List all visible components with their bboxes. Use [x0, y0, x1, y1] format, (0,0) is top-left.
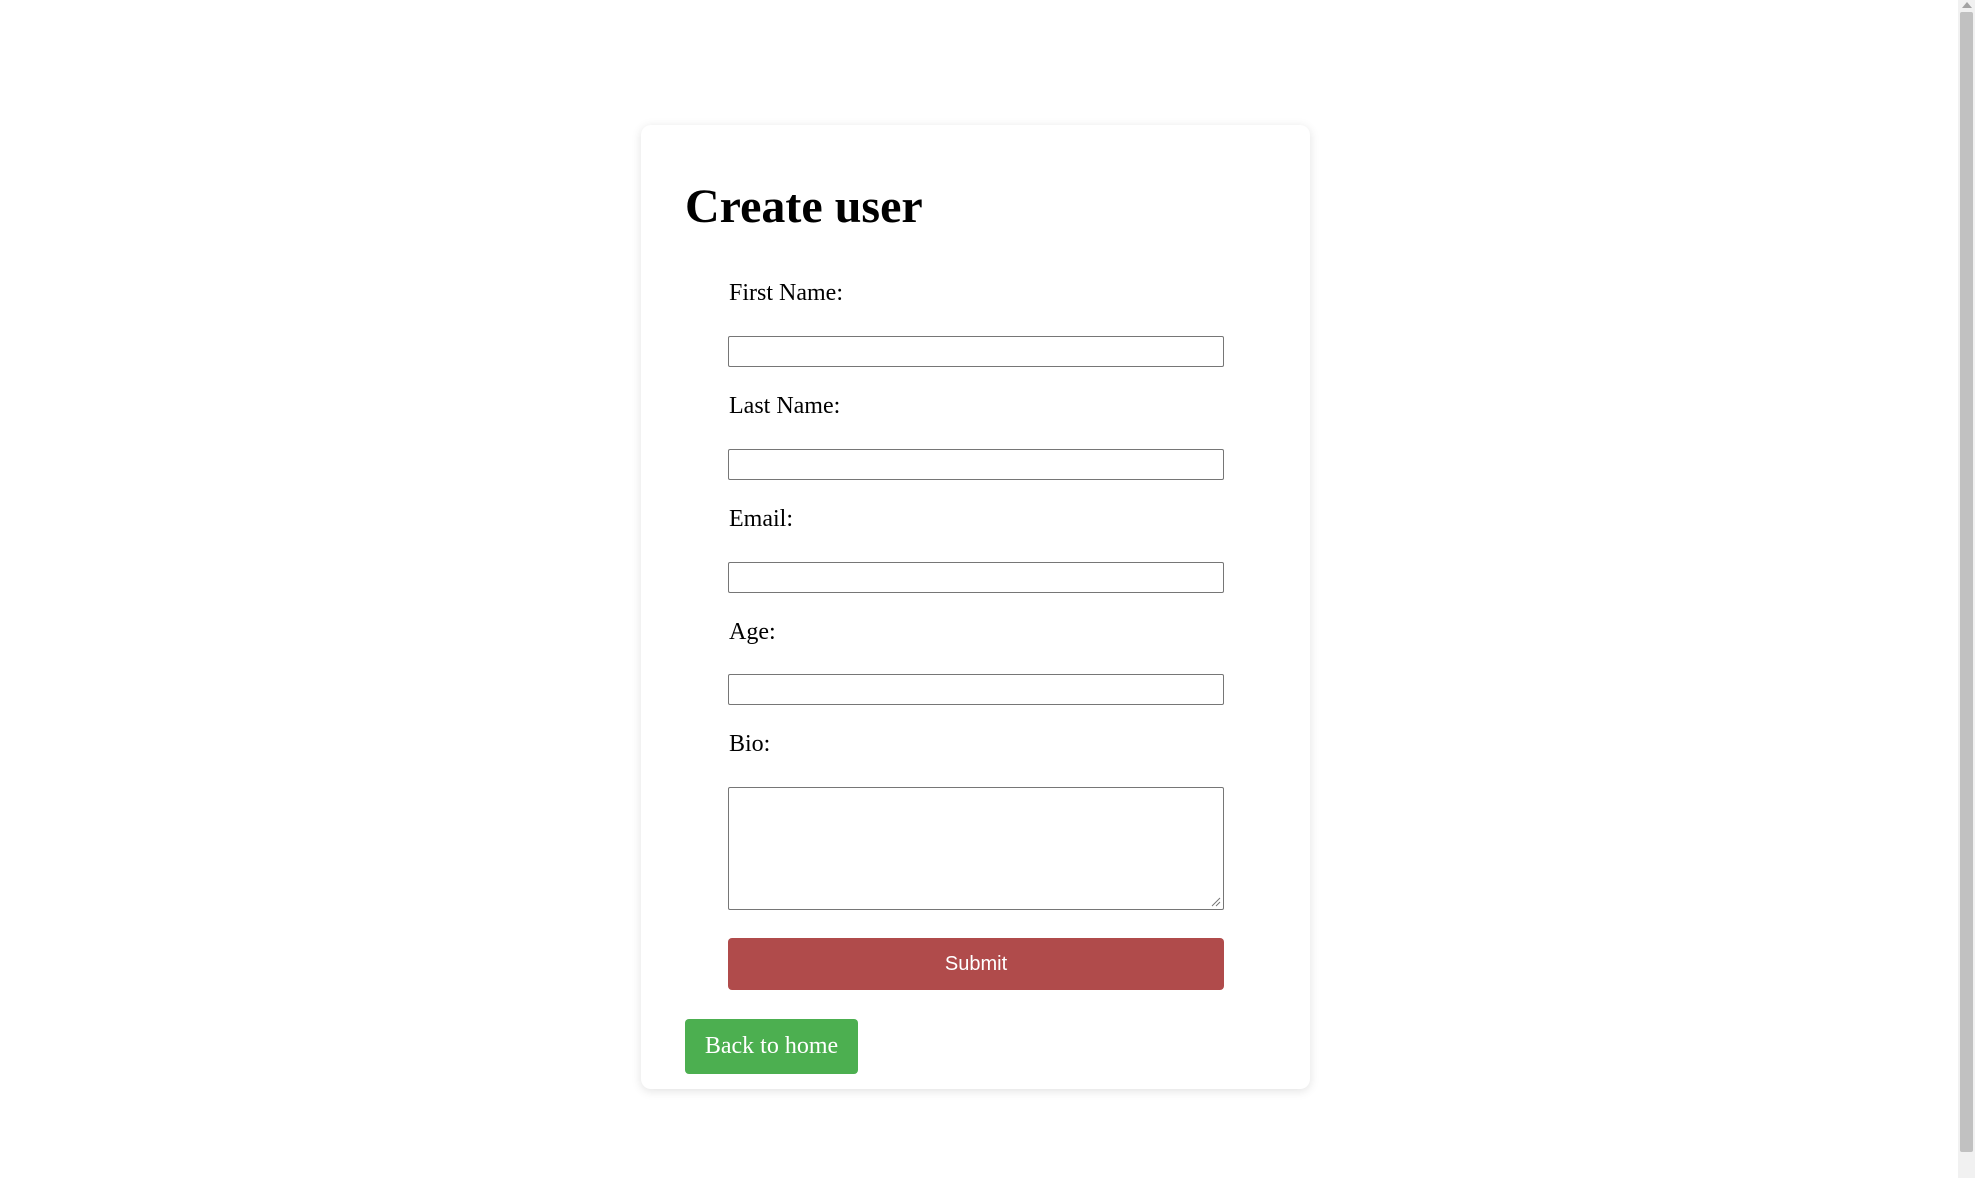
- email-input[interactable]: [728, 562, 1224, 593]
- last-name-input[interactable]: [728, 449, 1224, 480]
- page-title: Create user: [685, 180, 923, 233]
- bio-label: Bio:: [729, 731, 771, 757]
- last-name-label: Last Name:: [729, 393, 841, 419]
- scrollbar-thumb[interactable]: [1960, 12, 1973, 1152]
- scroll-up-arrow-icon[interactable]: [1962, 2, 1972, 8]
- age-input[interactable]: [728, 674, 1224, 705]
- resize-grip-icon[interactable]: [1211, 897, 1221, 907]
- first-name-input[interactable]: [728, 336, 1224, 367]
- first-name-label: First Name:: [729, 280, 843, 306]
- age-label: Age:: [729, 619, 776, 645]
- back-to-home-button[interactable]: Back to home: [685, 1019, 858, 1074]
- create-user-card: Create user First Name: Last Name: Email…: [641, 125, 1310, 1089]
- submit-button[interactable]: Submit: [728, 938, 1224, 990]
- email-label: Email:: [729, 506, 793, 532]
- bio-textarea[interactable]: [728, 787, 1224, 910]
- vertical-scrollbar[interactable]: [1958, 0, 1975, 1178]
